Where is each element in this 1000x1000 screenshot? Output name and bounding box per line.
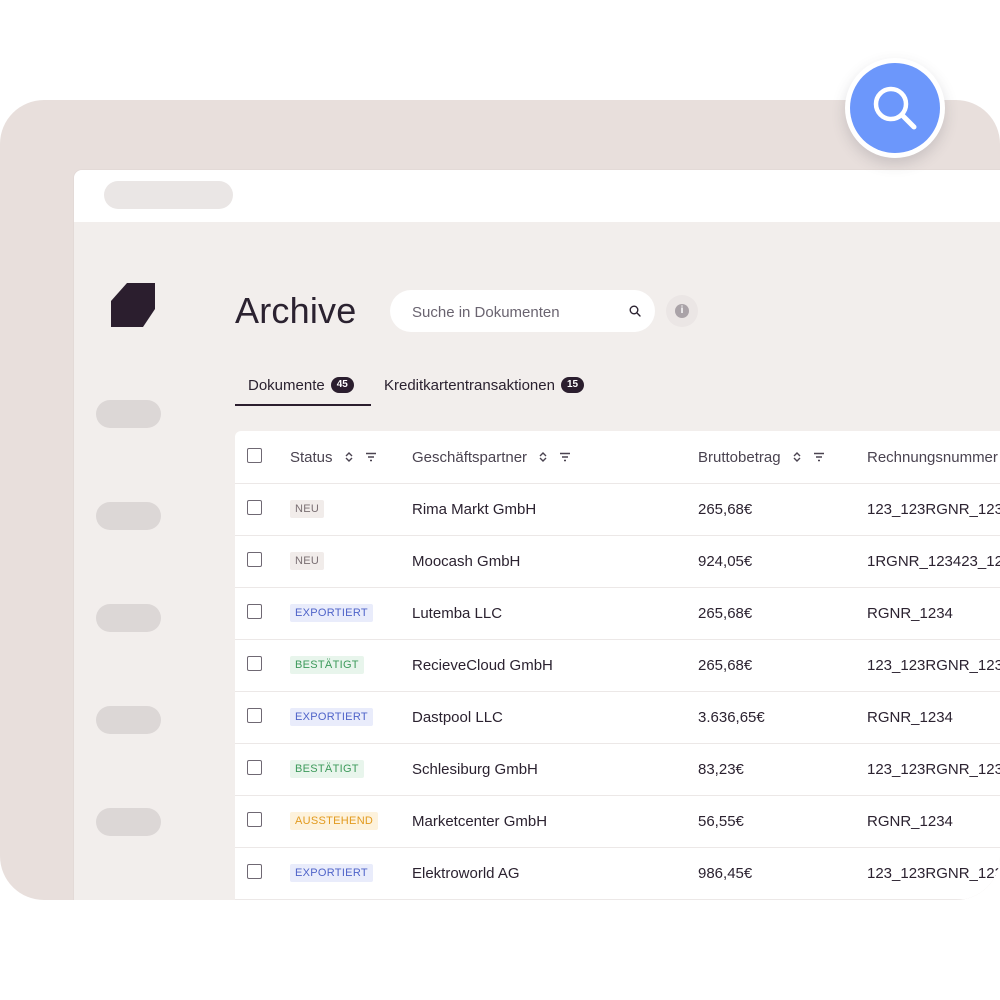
row-checkbox[interactable]	[247, 604, 262, 619]
invoice-cell: 123_123RGNR_1234	[867, 864, 1000, 882]
app-logo-icon[interactable]	[109, 281, 157, 329]
search-icon[interactable]	[629, 305, 641, 317]
column-header-label: Bruttobetrag	[698, 448, 781, 466]
sidebar-item-5[interactable]	[96, 808, 161, 836]
row-checkbox[interactable]	[247, 812, 262, 827]
column-header-invoice[interactable]: Rechnungsnummer	[867, 431, 998, 483]
table-header-row: Status Geschäftspartner Bruttobetrag Rec…	[235, 431, 1000, 484]
invoice-cell: RGNR_1234	[867, 604, 953, 622]
status-badge: AUSSTEHEND	[290, 812, 379, 830]
invoice-cell: 123_123RGNR_1234	[867, 760, 1000, 778]
amount-cell: 83,23€	[698, 760, 744, 778]
page-title: Archive	[235, 290, 357, 331]
sidebar-item-4[interactable]	[96, 706, 161, 734]
partner-cell: Rima Markt GmbH	[412, 500, 537, 518]
filter-icon[interactable]	[559, 451, 571, 463]
row-checkbox[interactable]	[247, 500, 262, 515]
partner-cell: Moocash GmbH	[412, 552, 521, 570]
table-row[interactable]: BESTÄTIGT Schlesiburg GmbH 83,23€ 123_12…	[235, 743, 1000, 796]
tab-label: Kreditkartentransaktionen	[384, 376, 555, 394]
partner-cell: Elektroworld AG	[412, 864, 520, 882]
partner-cell: Schlesiburg GmbH	[412, 760, 538, 778]
column-header-label: Status	[290, 448, 333, 466]
row-checkbox[interactable]	[247, 708, 262, 723]
amount-cell: 986,45€	[698, 864, 753, 882]
search-box[interactable]	[390, 290, 655, 334]
status-badge: BESTÄTIGT	[290, 760, 364, 778]
table-row[interactable]: EXPORTIERT Dastpool LLC 3.636,65€ RGNR_1…	[235, 691, 1000, 744]
info-icon: i	[675, 304, 689, 318]
tab-count-badge: 15	[560, 377, 585, 393]
amount-cell: 265,68€	[698, 500, 753, 518]
table-row[interactable]: NEU Rima Markt GmbH 265,68€ 123_123RGNR_…	[235, 483, 1000, 536]
invoice-cell: RGNR_1234	[867, 812, 953, 830]
amount-cell: 265,68€	[698, 656, 753, 674]
status-badge: EXPORTIERT	[290, 604, 373, 622]
status-badge: NEU	[290, 552, 325, 570]
row-checkbox[interactable]	[247, 552, 262, 567]
status-badge: EXPORTIERT	[290, 864, 373, 882]
column-header-label: Rechnungsnummer	[867, 448, 998, 466]
amount-cell: 56,55€	[698, 812, 744, 830]
table-row[interactable]: NEU Moocash GmbH 924,05€ 1RGNR_123423_12…	[235, 535, 1000, 588]
info-button[interactable]: i	[666, 295, 698, 327]
tab-dokumente[interactable]: Dokumente 45	[248, 366, 354, 404]
status-badge: EXPORTIERT	[290, 708, 373, 726]
amount-cell: 3.636,65€	[698, 708, 765, 726]
invoice-cell: 1RGNR_123423_123	[867, 552, 1000, 570]
partner-cell: Lutemba LLC	[412, 604, 503, 622]
amount-cell: 924,05€	[698, 552, 753, 570]
magnifier-icon	[873, 86, 917, 130]
select-all-checkbox[interactable]	[247, 448, 262, 463]
search-input[interactable]	[410, 290, 614, 334]
row-checkbox[interactable]	[247, 760, 262, 775]
sort-icon[interactable]	[791, 451, 803, 463]
column-header-amount[interactable]: Bruttobetrag	[698, 431, 825, 483]
invoice-cell: RGNR_1234	[867, 708, 953, 726]
row-checkbox[interactable]	[247, 864, 262, 879]
amount-cell: 265,68€	[698, 604, 753, 622]
app-window: Archive i Dokumente 45 Kreditkartentrans…	[74, 170, 1000, 900]
invoice-cell: 123_123RGNR_1234	[867, 500, 1000, 518]
filter-icon[interactable]	[365, 451, 377, 463]
column-header-label: Geschäftspartner	[412, 448, 528, 466]
address-bar-placeholder[interactable]	[104, 181, 233, 209]
sidebar-item-2[interactable]	[96, 502, 161, 530]
active-tab-indicator	[235, 404, 371, 406]
search-fab-inner[interactable]	[850, 63, 940, 153]
column-header-partner[interactable]: Geschäftspartner	[412, 431, 571, 483]
tab-kreditkartentransaktionen[interactable]: Kreditkartentransaktionen 15	[384, 366, 585, 404]
table-row[interactable]: EXPORTIERT Lutemba LLC 265,68€ RGNR_1234	[235, 587, 1000, 640]
sort-icon[interactable]	[537, 451, 549, 463]
search-fab[interactable]	[845, 58, 945, 158]
row-checkbox[interactable]	[247, 656, 262, 671]
table-row[interactable]: EXPORTIERT Elektroworld AG 986,45€ 123_1…	[235, 847, 1000, 900]
status-badge: BESTÄTIGT	[290, 656, 364, 674]
partner-cell: RecieveCloud GmbH	[412, 656, 553, 674]
partner-cell: Marketcenter GmbH	[412, 812, 548, 830]
invoice-cell: 123_123RGNR_1234	[867, 656, 1000, 674]
documents-table: Status Geschäftspartner Bruttobetrag Rec…	[235, 431, 1000, 900]
window-top-bar	[74, 170, 1000, 222]
status-badge: NEU	[290, 500, 325, 518]
column-header-status[interactable]: Status	[290, 431, 377, 483]
table-row[interactable]: BESTÄTIGT RecieveCloud GmbH 265,68€ 123_…	[235, 639, 1000, 692]
sort-icon[interactable]	[343, 451, 355, 463]
sidebar-item-1[interactable]	[96, 400, 161, 428]
backdrop: Archive i Dokumente 45 Kreditkartentrans…	[0, 100, 1000, 900]
sidebar-item-3[interactable]	[96, 604, 161, 632]
table-row[interactable]: AUSSTEHEND Marketcenter GmbH 56,55€ RGNR…	[235, 795, 1000, 848]
filter-icon[interactable]	[813, 451, 825, 463]
tab-count-badge: 45	[330, 377, 354, 393]
partner-cell: Dastpool LLC	[412, 708, 503, 726]
tab-label: Dokumente	[248, 376, 325, 394]
